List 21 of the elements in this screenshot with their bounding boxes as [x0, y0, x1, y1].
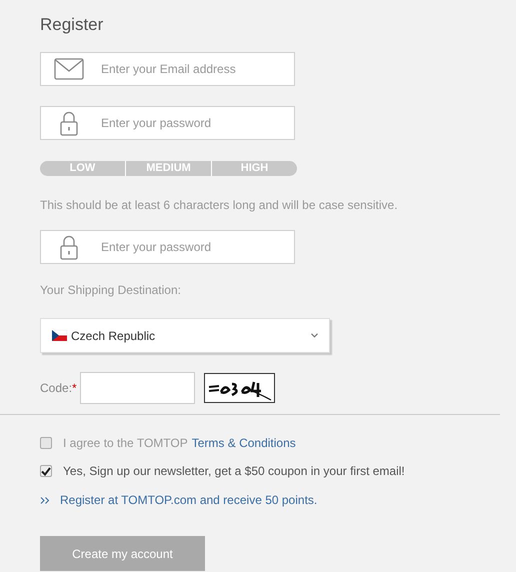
input-field[interactable]: Enter your password [40, 106, 295, 140]
points-link[interactable]: Register at TOMTOP.com and receive 50 points. [60, 491, 318, 509]
country-dropdown[interactable]: Czech Republic [40, 318, 330, 353]
caret-icon [311, 333, 318, 338]
checkbox[interactable] [40, 465, 52, 477]
form-title: Register [40, 14, 104, 34]
field-label: Your Shipping Destination: [40, 282, 181, 299]
lock-icon [60, 234, 78, 260]
checkbox-label: I agree to the TOMTOP [63, 435, 188, 452]
checkbox[interactable] [40, 437, 52, 449]
input-field[interactable]: Enter your password [40, 230, 295, 264]
field-label: Code:* [40, 380, 77, 397]
input-field[interactable]: Enter your Email address [40, 52, 295, 86]
hint-text: This should be at least 6 characters long and will be case sensitive. [40, 197, 398, 214]
flag-icon [52, 330, 67, 341]
terms-link[interactable]: Terms & Conditions [192, 434, 296, 452]
double-chevron-icon [40, 496, 50, 504]
lock-icon [60, 110, 78, 136]
code-field[interactable] [80, 372, 195, 404]
envelope-icon [54, 58, 84, 80]
checkbox-label: Yes, Sign up our newsletter, get a $50 coupon in your first email! [63, 463, 405, 480]
